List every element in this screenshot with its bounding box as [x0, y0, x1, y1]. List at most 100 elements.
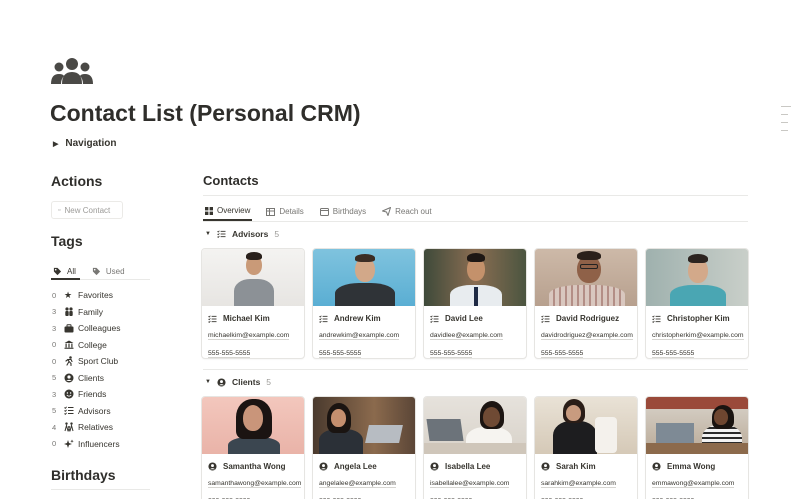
- contact-card[interactable]: Andrew Kim andrewkim@example.com 555-555…: [312, 248, 416, 359]
- contact-phone[interactable]: 555-555-5555: [652, 350, 695, 358]
- page-title: Contact List (Personal CRM): [50, 100, 361, 126]
- contact-photo: [202, 249, 304, 306]
- person-circle-icon: [541, 462, 550, 471]
- tag-item-influencers[interactable]: 0 Influencers: [52, 436, 121, 453]
- contact-phone[interactable]: 555-555-5555: [208, 350, 251, 358]
- contact-photo: [646, 249, 748, 306]
- tab-birthdays[interactable]: Birthdays: [318, 202, 368, 221]
- family-icon: [64, 307, 78, 317]
- contact-card[interactable]: Isabella Lee isabellalee@example.com 555…: [423, 396, 527, 499]
- contact-phone[interactable]: 555-555-5555: [430, 350, 473, 358]
- contact-name: David Lee: [445, 314, 483, 323]
- contact-photo: [313, 397, 415, 454]
- person-circle-icon: [319, 462, 328, 471]
- tag-list: 0 ★ Favorites 3 Family 3 Colleagues 0 Co…: [52, 287, 121, 452]
- new-contact-label: New Contact: [64, 205, 111, 215]
- tag-item-colleagues[interactable]: 3 Colleagues: [52, 320, 121, 337]
- contact-email[interactable]: samanthawong@example.com: [208, 480, 302, 488]
- contact-email[interactable]: emmawong@example.com: [652, 480, 735, 488]
- contact-email[interactable]: michaelkim@example.com: [208, 332, 290, 340]
- divider: [203, 195, 748, 196]
- contact-name: Christopher Kim: [667, 314, 730, 323]
- contact-email[interactable]: davidlee@example.com: [430, 332, 503, 340]
- contact-name: Sarah Kim: [556, 462, 596, 471]
- tab-used[interactable]: Used: [90, 264, 129, 279]
- triangle-down-icon: ▼: [205, 379, 211, 385]
- tag-icon: [53, 267, 62, 275]
- triangle-down-icon: ▼: [205, 231, 211, 237]
- group-header-advisors[interactable]: ▼ Advisors 5: [205, 229, 279, 239]
- contact-name: Samantha Wong: [223, 462, 286, 471]
- new-contact-button[interactable]: ▫ New Contact: [51, 201, 123, 219]
- tab-reach-out[interactable]: Reach out: [380, 202, 433, 221]
- actions-heading: Actions: [51, 173, 103, 189]
- contact-name: David Rodriguez: [556, 314, 620, 323]
- contact-email[interactable]: angelalee@example.com: [319, 480, 396, 488]
- contact-photo: [313, 249, 415, 306]
- contact-card[interactable]: David Rodriguez davidrodriguez@example.c…: [534, 248, 638, 359]
- tags-heading: Tags: [51, 233, 83, 249]
- tag-icon: [92, 267, 100, 276]
- tab-details[interactable]: Details: [264, 202, 305, 221]
- contact-email[interactable]: sarahkim@example.com: [541, 480, 616, 488]
- contact-email[interactable]: andrewkim@example.com: [319, 332, 400, 340]
- checklist-icon: [64, 406, 78, 416]
- contact-email[interactable]: davidrodriguez@example.com: [541, 332, 633, 340]
- checklist-icon: [319, 314, 328, 323]
- tag-item-clients[interactable]: 5 Clients: [52, 370, 121, 387]
- tags-view-tabs: All Used: [51, 264, 150, 280]
- triangle-right-icon: ▶: [53, 140, 59, 148]
- person-circle-icon: [64, 373, 78, 383]
- contact-photo: [202, 397, 304, 454]
- tag-item-sport-club[interactable]: 0 Sport Club: [52, 353, 121, 370]
- person-circle-icon: [652, 462, 661, 471]
- checklist-icon: [208, 314, 217, 323]
- plus-icon: ▫: [58, 206, 61, 214]
- grid-icon: [205, 206, 213, 215]
- clients-card-row: Samantha Wong samanthawong@example.com 5…: [201, 396, 749, 499]
- birthdays-heading: Birthdays: [51, 467, 116, 483]
- checklist-icon: [217, 230, 226, 238]
- contact-email[interactable]: isabellalee@example.com: [430, 480, 510, 488]
- contact-card[interactable]: Emma Wong emmawong@example.com 555-555-5…: [645, 396, 749, 499]
- person-circle-icon: [208, 462, 217, 471]
- contact-card[interactable]: Sarah Kim sarahkim@example.com 555-555-5…: [534, 396, 638, 499]
- advisors-card-row: Michael Kim michaelkim@example.com 555-5…: [201, 248, 749, 359]
- contact-photo: [646, 397, 748, 454]
- star-icon: ★: [64, 289, 73, 300]
- contact-name: Andrew Kim: [334, 314, 381, 323]
- contacts-heading: Contacts: [203, 173, 259, 188]
- contact-card[interactable]: David Lee davidlee@example.com 555-555-5…: [423, 248, 527, 359]
- tag-item-relatives[interactable]: 4 Relatives: [52, 419, 121, 436]
- group-header-clients[interactable]: ▼ Clients 5: [205, 377, 271, 387]
- tag-item-favorites[interactable]: 0 ★ Favorites: [52, 287, 121, 304]
- contact-name: Angela Lee: [334, 462, 377, 471]
- contact-phone[interactable]: 555-555-5555: [319, 350, 362, 358]
- divider: [51, 489, 150, 490]
- table-icon: [266, 207, 276, 216]
- navigation-label: Navigation: [65, 138, 117, 149]
- contact-card[interactable]: Angela Lee angelalee@example.com 555-555…: [312, 396, 416, 499]
- checklist-icon: [430, 314, 439, 323]
- contact-photo: [535, 249, 637, 306]
- contact-card[interactable]: Michael Kim michaelkim@example.com 555-5…: [201, 248, 305, 359]
- briefcase-icon: [64, 323, 78, 333]
- bank-icon: [64, 340, 78, 350]
- tag-item-college[interactable]: 0 College: [52, 337, 121, 354]
- person-circle-icon: [217, 377, 226, 387]
- table-of-contents-minimap[interactable]: [781, 106, 791, 138]
- tag-item-family[interactable]: 3 Family: [52, 304, 121, 321]
- checklist-icon: [652, 314, 661, 323]
- contact-card[interactable]: Samantha Wong samanthawong@example.com 5…: [201, 396, 305, 499]
- contact-email[interactable]: christopherkim@example.com: [652, 332, 744, 340]
- tag-item-advisors[interactable]: 5 Advisors: [52, 403, 121, 420]
- contact-phone[interactable]: 555-555-5555: [541, 350, 584, 358]
- navigation-toggle[interactable]: ▶ Navigation: [53, 138, 117, 149]
- send-icon: [382, 207, 392, 216]
- tab-overview[interactable]: Overview: [203, 202, 253, 221]
- contact-card[interactable]: Christopher Kim christopherkim@example.c…: [645, 248, 749, 359]
- contacts-view-tabs: Overview Details Birthdays Reach out: [203, 202, 748, 222]
- contact-photo: [535, 397, 637, 454]
- tag-item-friends[interactable]: 3 Friends: [52, 386, 121, 403]
- tab-all[interactable]: All: [51, 264, 80, 280]
